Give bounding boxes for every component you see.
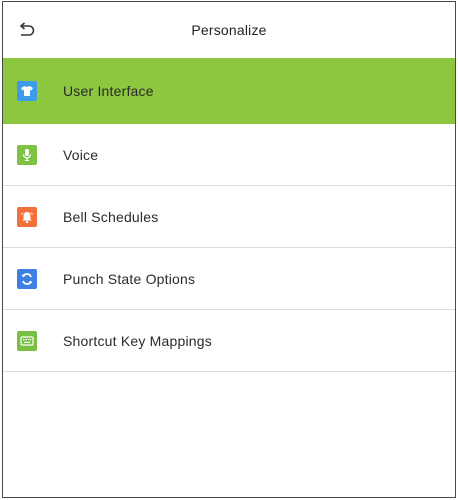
menu-item-label: Voice	[63, 146, 99, 163]
menu-item-punch-state-options[interactable]: Punch State Options	[3, 248, 455, 310]
menu-item-label: Punch State Options	[63, 270, 196, 287]
menu-item-shortcut-key-mappings[interactable]: Shortcut Key Mappings	[3, 310, 455, 372]
refresh-icon	[17, 268, 37, 289]
bell-icon	[17, 206, 37, 227]
microphone-icon	[17, 144, 37, 165]
personalize-screen: Personalize User Interface Voice Bell Sc…	[2, 1, 456, 498]
header-bar: Personalize	[3, 2, 455, 58]
page-title: Personalize	[191, 22, 267, 38]
tshirt-icon	[17, 81, 37, 101]
menu-list: User Interface Voice Bell Schedules Punc…	[3, 58, 455, 372]
menu-item-voice[interactable]: Voice	[3, 124, 455, 186]
menu-item-label: User Interface	[63, 83, 154, 99]
menu-item-label: Bell Schedules	[63, 208, 159, 225]
back-arrow-icon	[19, 22, 35, 36]
menu-item-label: Shortcut Key Mappings	[63, 332, 212, 349]
menu-item-user-interface[interactable]: User Interface	[3, 58, 455, 124]
keyboard-icon	[17, 330, 37, 351]
back-button[interactable]	[15, 20, 37, 40]
menu-item-bell-schedules[interactable]: Bell Schedules	[3, 186, 455, 248]
